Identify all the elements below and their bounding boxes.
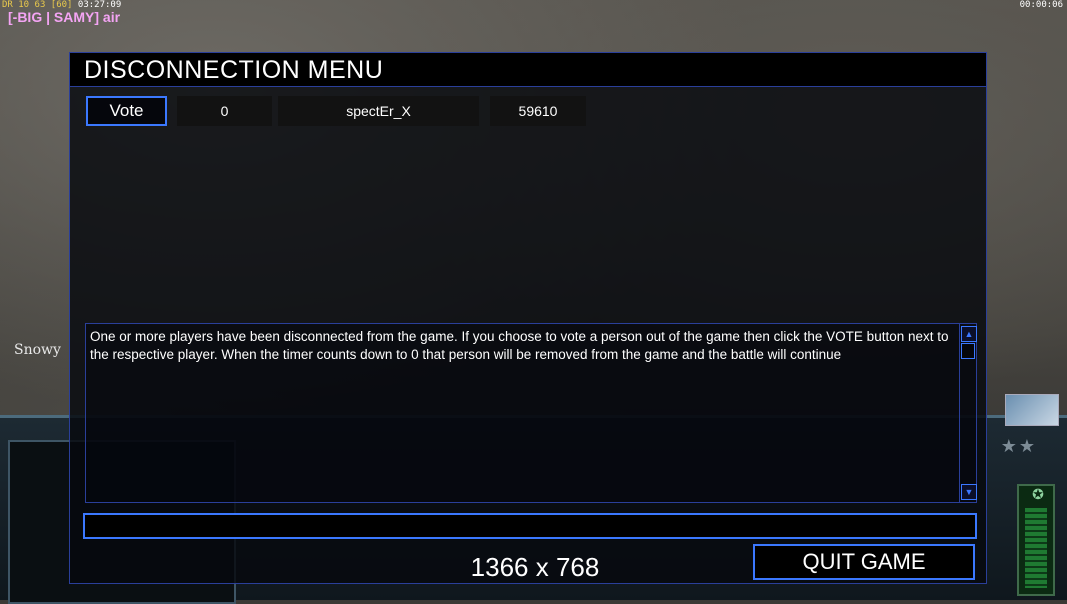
rank-star-icon: ✪ (1032, 486, 1044, 502)
vote-button[interactable]: Vote (86, 96, 167, 126)
quit-game-button[interactable]: QUIT GAME (753, 544, 975, 580)
message-scrollbar[interactable]: ▲ ▼ (959, 324, 977, 502)
player-timer: 0 (177, 96, 272, 126)
scroll-down-icon[interactable]: ▼ (961, 484, 977, 500)
menu-title-bar: DISCONNECTION MENU (70, 53, 986, 87)
menu-title: DISCONNECTION MENU (84, 56, 384, 84)
satellite-icon[interactable] (1005, 394, 1059, 426)
player-name: spectEr_X (278, 96, 479, 126)
scroll-up-icon[interactable]: ▲ (961, 326, 977, 342)
power-meter-cells (1025, 508, 1047, 588)
message-box: One or more players have been disconnect… (85, 323, 977, 503)
player-tag: [-BIG | SAMY] air (8, 9, 121, 25)
resolution-label: 1366 x 768 (470, 552, 600, 582)
chat-input[interactable] (83, 513, 977, 539)
rank-stars: ★★ (1000, 436, 1037, 456)
disconnection-menu: DISCONNECTION MENU Vote 0 spectEr_X 5961… (69, 52, 987, 584)
elapsed-time: 00:00:06 (1019, 0, 1063, 10)
disconnect-message: One or more players have been disconnect… (90, 329, 949, 362)
scroll-thumb[interactable] (961, 343, 975, 359)
map-label: Snowy (14, 342, 61, 358)
player-ping: 59610 (490, 96, 586, 126)
